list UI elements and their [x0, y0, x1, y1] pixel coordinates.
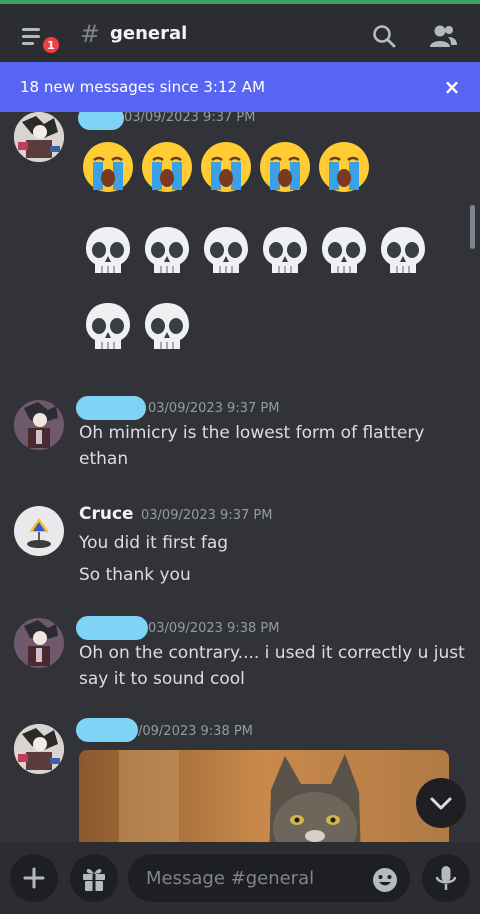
- channel-hash-icon: #: [80, 20, 101, 48]
- skull-emoji: [145, 303, 189, 349]
- message-input[interactable]: Message #general: [128, 854, 410, 902]
- message-author[interactable]: Cruce: [79, 504, 134, 524]
- voice-message-button[interactable]: [422, 854, 470, 902]
- search-button[interactable]: [370, 22, 398, 50]
- message-timestamp: 03/09/2023 9:37 PM: [148, 401, 280, 416]
- loudly-crying-face-emoji: [83, 142, 133, 192]
- cat-image: [79, 750, 449, 842]
- redacted-username: [76, 396, 146, 420]
- redacted-username: [76, 616, 148, 640]
- message-timestamp: /09/2023 9:38 PM: [138, 724, 253, 739]
- members-button[interactable]: [428, 22, 457, 50]
- attach-button[interactable]: [10, 854, 58, 902]
- scrollbar[interactable]: [470, 205, 475, 249]
- message-text: So thank you: [79, 565, 191, 585]
- channel-list-button[interactable]: 1: [20, 22, 62, 56]
- channel-header: 1 # general: [0, 4, 480, 62]
- message-input-placeholder: Message #general: [146, 867, 315, 889]
- avatar[interactable]: [14, 618, 64, 668]
- search-icon: [373, 25, 396, 48]
- redacted-username: [78, 112, 124, 130]
- unread-badge: 1: [40, 34, 62, 56]
- emoji-icon: [373, 868, 397, 892]
- message-text: Oh on the contrary.... i used it correct…: [79, 643, 465, 689]
- message-composer: Message #general: [0, 842, 480, 914]
- emoji-button[interactable]: [371, 866, 399, 894]
- gift-icon: [83, 868, 105, 891]
- loudly-crying-face-emoji: [201, 142, 251, 192]
- jump-to-present-button[interactable]: [416, 778, 466, 828]
- message-timestamp: 03/09/2023 9:37 PM: [141, 508, 273, 523]
- skull-emoji: [322, 227, 366, 273]
- chevron-down-icon: [430, 797, 452, 810]
- loudly-crying-face-emoji: [319, 142, 369, 192]
- message-timestamp: 03/09/2023 9:37 PM: [124, 112, 256, 125]
- message-text: You did it first fag: [79, 533, 229, 553]
- new-messages-text: 18 new messages since 3:12 AM: [20, 78, 266, 96]
- members-icon: [430, 25, 457, 47]
- gift-button[interactable]: [70, 854, 118, 902]
- message-text: Oh mimicry is the lowest form of flatter…: [79, 423, 425, 469]
- skull-emoji: [381, 227, 425, 273]
- new-messages-banner[interactable]: 18 new messages since 3:12 AM ×: [0, 62, 480, 112]
- message-feed[interactable]: 03/09/2023 9:37 PM 03/09/2023 9:37 PM Oh…: [0, 112, 480, 842]
- loudly-crying-face-emoji: [260, 142, 310, 192]
- message-timestamp: 03/09/2023 9:38 PM: [148, 621, 280, 636]
- loudly-crying-face-emoji: [142, 142, 192, 192]
- skull-emoji: [86, 227, 130, 273]
- avatar[interactable]: [14, 400, 64, 450]
- avatar[interactable]: [14, 724, 64, 774]
- channel-title[interactable]: general: [110, 23, 187, 44]
- microphone-icon: [435, 866, 457, 890]
- skull-emoji: [263, 227, 307, 273]
- avatar[interactable]: [14, 506, 64, 556]
- skull-emoji: [145, 227, 189, 273]
- close-icon[interactable]: ×: [440, 75, 464, 99]
- avatar[interactable]: [14, 112, 64, 162]
- image-attachment[interactable]: [79, 750, 449, 842]
- skull-emoji: [204, 227, 248, 273]
- skull-emoji: [86, 303, 130, 349]
- redacted-username: [76, 718, 138, 742]
- plus-icon: [23, 867, 45, 889]
